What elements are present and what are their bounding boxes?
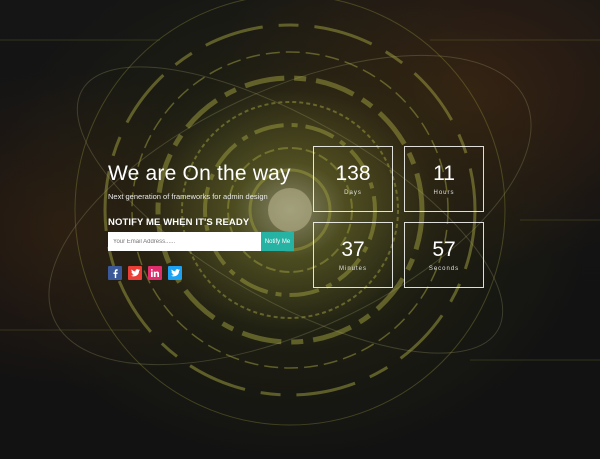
notify-me-button[interactable]: Notify Me	[261, 232, 294, 251]
countdown-minutes-value: 37	[341, 238, 365, 261]
dark-overlay	[0, 0, 600, 459]
notify-heading: NOTIFY ME WHEN IT'S READY	[108, 217, 250, 228]
email-input[interactable]	[108, 232, 261, 251]
twitter-link[interactable]	[128, 266, 142, 280]
countdown-seconds-value: 57	[432, 238, 456, 261]
countdown-days-label: Days	[344, 190, 362, 196]
countdown-seconds: 57 Seconds	[404, 222, 484, 288]
countdown-days-value: 138	[335, 162, 371, 185]
page-subtitle: Next generation of frameworks for admin …	[108, 192, 268, 201]
linkedin-link[interactable]	[148, 266, 162, 280]
countdown-days: 138 Days	[313, 146, 393, 212]
twitter-icon	[130, 269, 140, 277]
countdown-minutes: 37 Minutes	[313, 222, 393, 288]
twitter-link-secondary[interactable]	[168, 266, 182, 280]
social-links	[108, 266, 182, 280]
countdown-hours-value: 11	[433, 162, 455, 185]
twitter-icon	[170, 269, 180, 277]
countdown-hours: 11 Hours	[404, 146, 484, 212]
countdown-seconds-label: Seconds	[428, 266, 460, 272]
page-title: We are On the way	[108, 162, 291, 185]
notify-form: Notify Me	[108, 232, 294, 251]
linkedin-icon	[151, 269, 159, 277]
countdown-hours-label: Hours	[433, 190, 455, 196]
facebook-link[interactable]	[108, 266, 122, 280]
facebook-icon	[113, 268, 118, 278]
countdown-minutes-label: Minutes	[338, 266, 367, 272]
